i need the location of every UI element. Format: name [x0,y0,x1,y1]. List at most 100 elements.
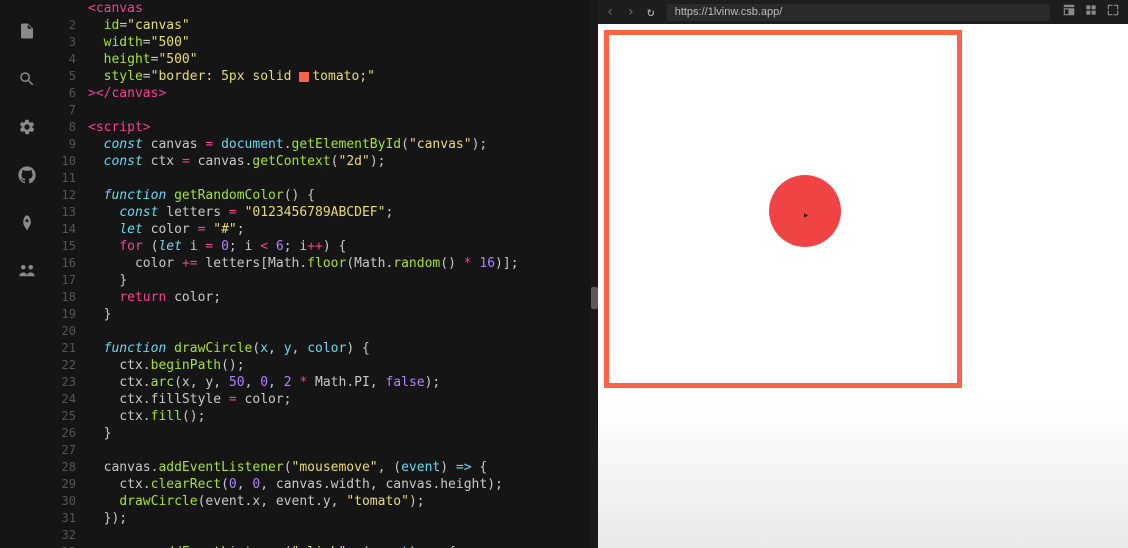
browser-bar: ‹ › ↻ https://1lvinw.csb.app/ [598,0,1128,24]
code-content: return color; [88,289,591,306]
line-number: 12 [54,187,88,204]
code-line[interactable]: 12 function getRandomColor() { [54,187,591,204]
code-line[interactable]: 29 ctx.clearRect(0, 0, canvas.width, can… [54,476,591,493]
code-line[interactable]: 19 } [54,306,591,323]
code-line[interactable]: 33 canvas.addEventListener("click", (eve… [54,544,591,548]
code-content: canvas.addEventListener("click", (event)… [88,544,591,548]
reload-icon[interactable]: ↻ [647,5,655,20]
live-icon[interactable] [16,260,38,282]
line-number: 33 [54,544,88,548]
code-line[interactable]: 18 return color; [54,289,591,306]
line-number: 10 [54,153,88,170]
line-number: 23 [54,374,88,391]
open-window-icon[interactable] [1062,3,1076,21]
pane-divider[interactable] [591,0,598,548]
code-line[interactable]: 30 drawCircle(event.x, event.y, "tomato"… [54,493,591,510]
code-content: const ctx = canvas.getContext("2d"); [88,153,591,170]
code-line[interactable]: 28 canvas.addEventListener("mousemove", … [54,459,591,476]
new-tab-icon[interactable] [1084,3,1098,21]
code-line[interactable]: 31 }); [54,510,591,527]
code-line[interactable]: 13 const letters = "0123456789ABCDEF"; [54,204,591,221]
code-content: color += letters[Math.floor(Math.random(… [88,255,591,272]
divider-handle[interactable] [591,287,598,309]
code-line[interactable]: 20 [54,323,591,340]
code-line[interactable]: 25 ctx.fill(); [54,408,591,425]
code-editor[interactable]: <canvas2 id="canvas"3 width="500"4 heigh… [54,0,591,548]
code-line[interactable]: 7 [54,102,591,119]
code-line[interactable]: 21 function drawCircle(x, y, color) { [54,340,591,357]
nav-forward-icon[interactable]: › [626,4,634,20]
code-line[interactable]: 11 [54,170,591,187]
code-content: drawCircle(event.x, event.y, "tomato"); [88,493,591,510]
expand-icon[interactable] [1106,3,1120,21]
line-number: 24 [54,391,88,408]
code-line[interactable]: 14 let color = "#"; [54,221,591,238]
code-line[interactable]: 6></canvas> [54,85,591,102]
line-number: 18 [54,289,88,306]
code-line[interactable]: 24 ctx.fillStyle = color; [54,391,591,408]
code-content: height="500" [88,51,591,68]
code-line[interactable]: 22 ctx.beginPath(); [54,357,591,374]
code-content: } [88,425,591,442]
code-content: ctx.fillStyle = color; [88,391,591,408]
code-content: ></canvas> [88,85,591,102]
preview-pane: ‹ › ↻ https://1lvinw.csb.app/ ▸ [598,0,1128,548]
code-line[interactable]: <canvas [54,0,591,17]
line-number: 22 [54,357,88,374]
line-number: 30 [54,493,88,510]
code-line[interactable]: 27 [54,442,591,459]
line-number: 4 [54,51,88,68]
line-number: 6 [54,85,88,102]
line-number: 5 [54,68,88,85]
code-content: <canvas [88,0,591,17]
code-content: } [88,306,591,323]
code-line[interactable]: 4 height="500" [54,51,591,68]
nav-back-icon[interactable]: ‹ [606,4,614,20]
gear-icon[interactable] [16,116,38,138]
canvas-element[interactable]: ▸ [604,30,962,388]
code-content: ctx.clearRect(0, 0, canvas.width, canvas… [88,476,591,493]
code-line[interactable]: 10 const ctx = canvas.getContext("2d"); [54,153,591,170]
code-line[interactable]: 16 color += letters[Math.floor(Math.rand… [54,255,591,272]
line-number: 20 [54,323,88,340]
line-number: 26 [54,425,88,442]
code-line[interactable]: 3 width="500" [54,34,591,51]
line-number: 19 [54,306,88,323]
file-icon[interactable] [16,20,38,42]
deploy-icon[interactable] [16,212,38,234]
code-line[interactable]: 9 const canvas = document.getElementById… [54,136,591,153]
line-number: 7 [54,102,88,119]
line-number: 32 [54,527,88,544]
code-line[interactable]: 17 } [54,272,591,289]
code-content: <script> [88,119,591,136]
line-number: 31 [54,510,88,527]
code-content: width="500" [88,34,591,51]
line-number: 27 [54,442,88,459]
code-content: let color = "#"; [88,221,591,238]
code-content: function drawCircle(x, y, color) { [88,340,591,357]
code-content: id="canvas" [88,17,591,34]
github-icon[interactable] [16,164,38,186]
line-number: 21 [54,340,88,357]
line-number: 28 [54,459,88,476]
preview-viewport[interactable]: ▸ [598,24,1128,548]
cursor-icon: ▸ [803,210,809,221]
code-content: } [88,272,591,289]
code-line[interactable]: 15 for (let i = 0; i < 6; i++) { [54,238,591,255]
code-line[interactable]: 2 id="canvas" [54,17,591,34]
line-number: 29 [54,476,88,493]
line-number: 2 [54,17,88,34]
code-line[interactable]: 5 style="border: 5px solid tomato;" [54,68,591,85]
code-content: const canvas = document.getElementById("… [88,136,591,153]
line-number: 25 [54,408,88,425]
search-icon[interactable] [16,68,38,90]
code-content: for (let i = 0; i < 6; i++) { [88,238,591,255]
code-line[interactable]: 32 [54,527,591,544]
code-line[interactable]: 23 ctx.arc(x, y, 50, 0, 2 * Math.PI, fal… [54,374,591,391]
code-line[interactable]: 26 } [54,425,591,442]
line-number: 11 [54,170,88,187]
url-bar[interactable]: https://1lvinw.csb.app/ [667,4,1050,21]
code-line[interactable]: 8<script> [54,119,591,136]
color-swatch [299,72,309,82]
code-content: ctx.fill(); [88,408,591,425]
